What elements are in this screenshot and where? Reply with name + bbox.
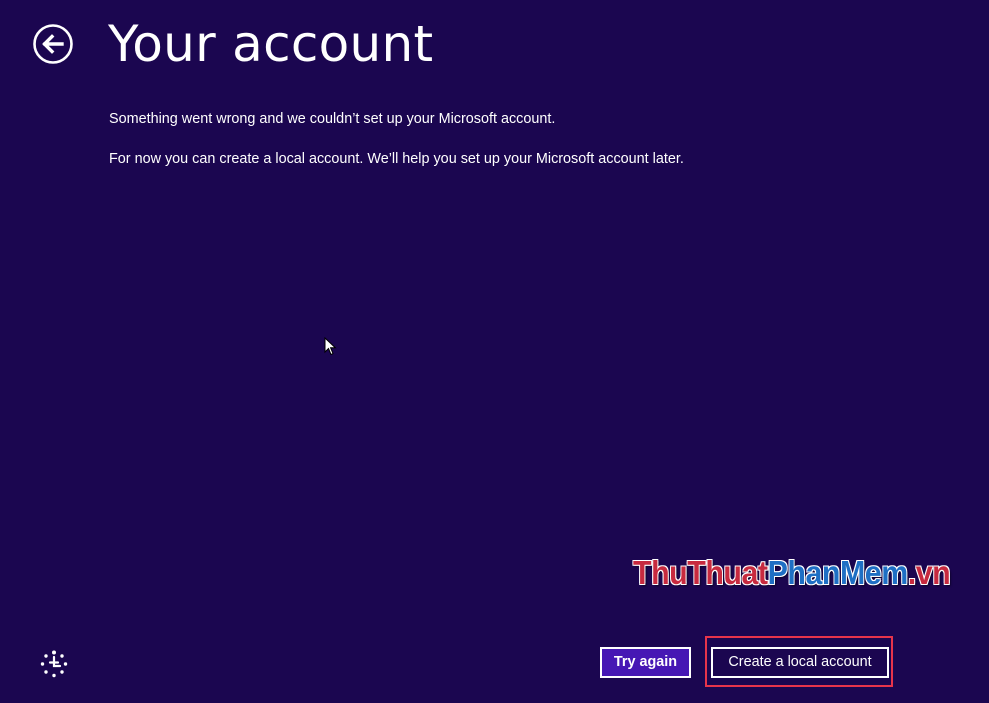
ease-of-access-button[interactable] (40, 650, 68, 678)
mouse-cursor-icon (324, 337, 337, 356)
back-button[interactable] (33, 24, 73, 64)
create-local-account-button[interactable]: Create a local account (711, 647, 889, 678)
watermark: ThuThuatPhanMem.vn (633, 551, 951, 595)
watermark-part-1: ThuThuat (633, 554, 768, 591)
error-message: Something went wrong and we couldn’t set… (109, 111, 556, 127)
try-again-button[interactable]: Try again (600, 647, 691, 678)
watermark-part-3: .vn (907, 554, 951, 591)
back-arrow-icon (33, 24, 73, 64)
page-title: Your account (108, 15, 434, 73)
watermark-part-2: PhanMem (767, 554, 909, 591)
ease-of-access-icon (40, 650, 68, 678)
info-message: For now you can create a local account. … (109, 151, 684, 167)
